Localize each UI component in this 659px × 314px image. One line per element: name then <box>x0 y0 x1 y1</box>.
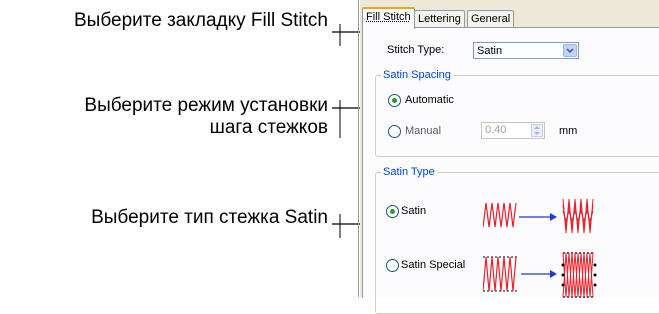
manual-label: Manual <box>405 125 442 137</box>
properties-dialog: Fill Stitch Lettering General Stitch Typ… <box>360 0 659 314</box>
satin-label: Satin <box>401 205 427 217</box>
callout-select-satin: Выберите тип стежка Satin <box>91 207 328 228</box>
satin-special-illustration <box>483 252 597 298</box>
satin-type-title: Satin Type <box>381 166 437 178</box>
tab-lettering[interactable]: Lettering <box>414 10 465 28</box>
spacing-value-input[interactable]: 0.40 <box>481 122 545 139</box>
tab-panel: Stitch Type: Satin Satin Spacing Automat… <box>362 27 659 314</box>
tab-fill-stitch[interactable]: Fill Stitch <box>362 7 415 29</box>
spacing-value: 0.40 <box>485 124 507 136</box>
satin-spacing-title: Satin Spacing <box>381 69 453 81</box>
spin-buttons-icon[interactable] <box>531 124 543 137</box>
satin-spacing-group: Satin Spacing Automatic Manual <box>375 69 659 157</box>
satin-illustration <box>483 198 594 234</box>
satin-special-zigzag-icon <box>483 256 517 292</box>
satin-special-label: Satin Special <box>401 259 466 271</box>
dialog-left-edge <box>358 0 359 297</box>
spacing-unit: mm <box>559 125 578 137</box>
satin-zigzag-icon <box>483 202 517 228</box>
stitch-type-select[interactable]: Satin <box>473 42 579 59</box>
callout-select-tab: Выберите закладку Fill Stitch <box>74 10 328 31</box>
satin-special-result-icon <box>561 252 597 298</box>
callout-select-spacing: Выберите режим установки шага стежков <box>0 95 328 139</box>
automatic-radio[interactable] <box>388 94 401 107</box>
callout-select-spacing-line2: шага стежков <box>209 117 328 138</box>
tab-general[interactable]: General <box>467 10 515 28</box>
callout-select-spacing-line1: Выберите режим установки <box>84 95 328 116</box>
satin-special-radio[interactable] <box>386 259 399 272</box>
tab-strip: Fill Stitch Lettering General <box>360 7 659 29</box>
satin-result-icon <box>562 198 594 234</box>
manual-radio[interactable] <box>388 125 401 138</box>
satin-radio[interactable] <box>386 205 399 218</box>
chevron-down-icon[interactable] <box>563 44 577 57</box>
tab-fill-stitch-label: Fill Stitch <box>366 11 411 23</box>
automatic-label: Automatic <box>405 94 454 106</box>
stitch-type-label: Stitch Type: <box>387 44 445 56</box>
stitch-type-value: Satin <box>477 45 503 57</box>
satin-type-group: Satin Type Satin Satin Special <box>375 166 659 314</box>
